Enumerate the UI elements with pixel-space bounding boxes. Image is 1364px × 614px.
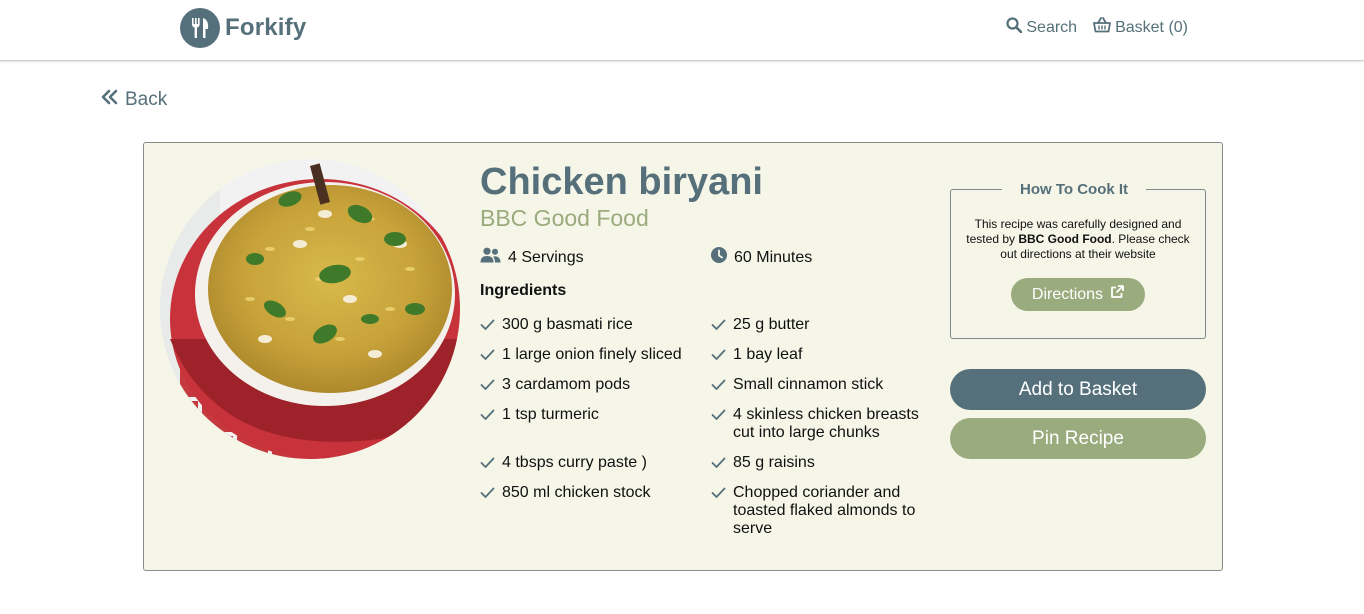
ingredient-item: 1 tsp turmeric — [480, 406, 698, 424]
check-icon — [711, 406, 733, 424]
ingredient-text: 4 skinless chicken breasts cut into larg… — [733, 406, 919, 441]
check-icon — [480, 484, 502, 502]
check-icon — [480, 406, 502, 424]
ingredient-text: 3 cardamom pods — [502, 376, 631, 393]
recipe-title: Chicken biryani — [480, 161, 763, 203]
servings-label: 4 Servings — [508, 248, 584, 266]
check-icon — [711, 316, 733, 334]
ingredient-item: 4 skinless chicken breasts cut into larg… — [711, 406, 929, 442]
ingredient-item: 4 tbsps curry paste ) — [480, 454, 698, 472]
directions-button[interactable]: Directions — [1011, 278, 1145, 311]
brand-home-link[interactable]: Forkify — [180, 8, 306, 48]
clock-icon — [711, 247, 727, 268]
recipe-source: BBC Good Food — [480, 205, 649, 231]
servings-info: 4 Servings — [480, 247, 584, 268]
search-link[interactable]: Search — [1006, 17, 1077, 38]
users-icon — [480, 247, 501, 268]
ingredient-text: Chopped coriander and toasted flaked alm… — [733, 484, 916, 537]
ingredient-text: 4 tbsps curry paste ) — [502, 454, 647, 471]
pin-recipe-button[interactable]: Pin Recipe — [950, 418, 1206, 459]
check-icon — [711, 346, 733, 364]
basket-link[interactable]: Basket (0) — [1093, 17, 1188, 38]
ingredient-text: 1 bay leaf — [733, 346, 803, 363]
basket-icon — [1093, 17, 1111, 38]
directions-button-label: Directions — [1031, 285, 1104, 303]
check-icon — [480, 346, 502, 364]
ingredient-item: 300 g basmati rice — [480, 316, 698, 334]
ingredient-text: 1 large onion finely sliced — [502, 346, 682, 363]
search-link-label: Search — [1026, 18, 1078, 36]
double-chevron-left-icon — [101, 89, 119, 111]
how-to-cook-description: This recipe was carefully designed and t… — [964, 217, 1192, 262]
how-to-cook-title: How To Cook It — [1002, 181, 1147, 199]
basket-link-label: Basket (0) — [1115, 18, 1188, 36]
external-link-icon — [1110, 285, 1124, 304]
check-icon — [480, 454, 502, 472]
ingredient-text: 85 g raisins — [733, 454, 815, 471]
recipe-image — [160, 159, 460, 459]
brand-name: Forkify — [225, 14, 307, 41]
how-to-cook-box — [950, 189, 1206, 339]
ingredient-item: 1 bay leaf — [711, 346, 929, 364]
ingredients-heading: Ingredients — [480, 282, 567, 299]
ingredient-text: 25 g butter — [733, 316, 810, 333]
ingredient-text: 300 g basmati rice — [502, 316, 633, 333]
ingredient-text: 1 tsp turmeric — [502, 406, 599, 423]
publisher-name: BBC Good Food — [1018, 232, 1112, 246]
check-icon — [711, 376, 733, 394]
ingredient-item: Chopped coriander and toasted flaked alm… — [711, 484, 933, 538]
back-label: Back — [125, 89, 168, 110]
nav-links: Search Basket (0) — [1006, 17, 1188, 38]
check-icon — [711, 484, 733, 502]
cook-time-info: 60 Minutes — [711, 247, 812, 268]
ingredient-item: 25 g butter — [711, 316, 929, 334]
ingredient-item: 850 ml chicken stock — [480, 484, 698, 502]
ingredient-text: Small cinnamon stick — [733, 376, 884, 393]
check-icon — [480, 316, 502, 334]
ingredient-item: 3 cardamom pods — [480, 376, 698, 394]
top-navbar: Forkify Search Basket (0) — [0, 0, 1364, 61]
ingredient-item: 1 large onion finely sliced — [480, 346, 712, 364]
search-icon — [1006, 17, 1023, 38]
check-icon — [711, 454, 733, 472]
ingredient-text: 850 ml chicken stock — [502, 484, 651, 501]
check-icon — [480, 376, 502, 394]
add-to-basket-button[interactable]: Add to Basket — [950, 369, 1206, 410]
ingredient-item: Small cinnamon stick — [711, 376, 929, 394]
ingredient-item: 85 g raisins — [711, 454, 929, 472]
cook-time-label: 60 Minutes — [734, 248, 813, 266]
back-link[interactable]: Back — [101, 89, 167, 111]
fork-knife-icon — [180, 8, 220, 48]
